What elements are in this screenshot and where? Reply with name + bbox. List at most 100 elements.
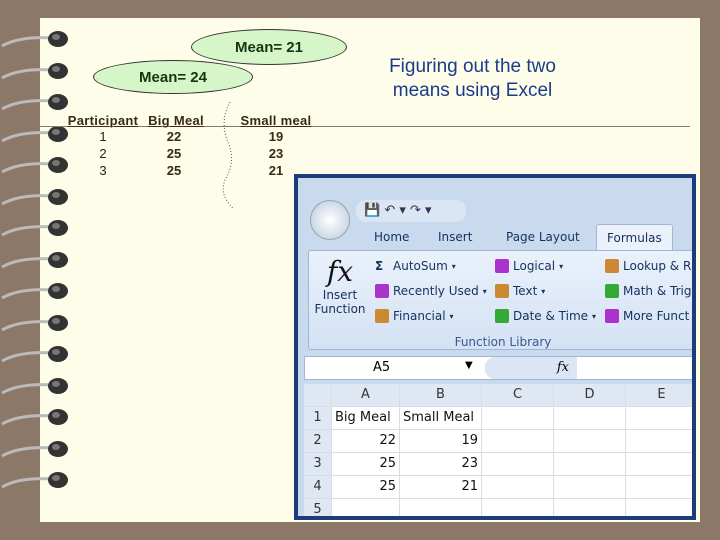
column-header[interactable]: E <box>626 384 692 406</box>
cell[interactable] <box>482 499 554 516</box>
mean-small-bubble: Mean= 21 <box>191 29 347 65</box>
cell[interactable] <box>626 453 692 475</box>
insert-function-button[interactable]: fx Insert Function <box>309 255 371 316</box>
spiral-ring <box>1 440 68 457</box>
row-header[interactable]: 5 <box>304 499 332 516</box>
spiral-ring <box>1 188 68 205</box>
function-category-icon <box>375 284 389 298</box>
ribbon-item[interactable]: Logical ▾ <box>495 259 563 273</box>
function-category-icon <box>605 259 619 273</box>
cell[interactable] <box>626 499 692 516</box>
table-cell: 19 <box>268 129 284 144</box>
row-header[interactable]: 2 <box>304 430 332 452</box>
ribbon-item[interactable]: Date & Time ▾ <box>495 309 596 323</box>
tab-page-layout[interactable]: Page Layout <box>506 230 580 244</box>
spiral-ring <box>1 409 68 426</box>
ribbon-item[interactable]: Math & Trig <box>605 284 691 298</box>
tab-formulas[interactable]: Formulas <box>596 224 673 251</box>
excel-window: 💾 ↶ ▾ ↷ ▾ Home Insert Page Layout Formulas … <box>294 174 696 520</box>
name-box-dropdown[interactable]: ▼ <box>465 360 473 371</box>
column-header[interactable]: D <box>554 384 626 406</box>
cell[interactable] <box>554 430 626 452</box>
table-header: Participant <box>67 113 139 128</box>
table-cell: 2 <box>99 146 107 161</box>
cell[interactable] <box>482 430 554 452</box>
ribbon-item[interactable]: Text ▾ <box>495 284 545 298</box>
table-cell: 25 <box>166 146 182 161</box>
select-all[interactable] <box>304 384 332 406</box>
spiral-ring <box>1 472 68 489</box>
spiral-ring <box>1 125 68 142</box>
ribbon-formulas: fx Insert Function Σ AutoSum ▾ Recently Use… <box>308 250 692 350</box>
table-cell: 23 <box>268 146 284 161</box>
spiral-ring <box>1 62 68 79</box>
spiral-ring <box>1 377 68 394</box>
quick-access-toolbar[interactable]: 💾 ↶ ▾ ↷ ▾ <box>356 200 466 222</box>
table-header: Small meal <box>240 113 312 128</box>
table-header: Big Meal <box>148 113 204 128</box>
row-header[interactable]: 1 <box>304 407 332 429</box>
tab-insert[interactable]: Insert <box>438 230 472 244</box>
column-header[interactable]: A <box>332 384 400 406</box>
cell[interactable] <box>554 453 626 475</box>
cell[interactable] <box>626 407 692 429</box>
fx-button[interactable]: fx <box>485 357 577 379</box>
ribbon-item[interactable]: Lookup & R <box>605 259 691 273</box>
ribbon-item[interactable]: More Funct <box>605 309 689 323</box>
row-header[interactable]: 4 <box>304 476 332 498</box>
cell[interactable] <box>554 407 626 429</box>
ribbon-item[interactable]: Financial ▾ <box>375 309 454 323</box>
table-cell: 3 <box>99 163 107 178</box>
mean-big-bubble: Mean= 24 <box>93 60 253 94</box>
cell[interactable]: Big Meal <box>332 407 400 429</box>
column-header[interactable]: B <box>400 384 482 406</box>
cell[interactable] <box>554 499 626 516</box>
spiral-ring <box>1 251 68 268</box>
cell[interactable]: 19 <box>400 430 482 452</box>
spreadsheet-grid: A B C D E 1 Big Meal Small Meal 2 22 19 3 25 23 4 25 21 5 <box>304 384 692 516</box>
cell[interactable]: Small Meal <box>400 407 482 429</box>
spiral-ring <box>1 283 68 300</box>
spiral-ring <box>1 157 68 174</box>
wavy-divider <box>222 101 234 209</box>
name-box[interactable]: A5 <box>305 357 485 379</box>
tab-home[interactable]: Home <box>374 230 409 244</box>
function-category-icon <box>495 284 509 298</box>
cell[interactable] <box>482 453 554 475</box>
table-cell: 1 <box>99 129 107 144</box>
cell[interactable] <box>400 499 482 516</box>
function-category-icon: Σ <box>375 259 384 273</box>
spiral-ring <box>1 346 68 363</box>
cell[interactable] <box>626 430 692 452</box>
table-cell: 25 <box>166 163 182 178</box>
cell[interactable] <box>332 499 400 516</box>
table-cell: 22 <box>166 129 182 144</box>
cell[interactable]: 25 <box>332 476 400 498</box>
group-label: Function Library <box>454 335 552 349</box>
office-button[interactable] <box>310 200 350 240</box>
cell[interactable]: 21 <box>400 476 482 498</box>
slide-title: Figuring out the two means using Excel <box>389 56 556 101</box>
row-header[interactable]: 3 <box>304 453 332 475</box>
function-category-icon <box>605 309 619 323</box>
cell[interactable]: 25 <box>332 453 400 475</box>
column-header[interactable]: C <box>482 384 554 406</box>
function-category-icon <box>495 309 509 323</box>
formula-bar: A5 ▼ fx <box>304 356 692 380</box>
cell[interactable]: 23 <box>400 453 482 475</box>
function-category-icon <box>605 284 619 298</box>
function-category-icon <box>375 309 389 323</box>
cell[interactable] <box>554 476 626 498</box>
cell[interactable]: 22 <box>332 430 400 452</box>
ribbon-item[interactable]: Σ AutoSum ▾ <box>375 259 456 273</box>
cell[interactable] <box>482 407 554 429</box>
cell[interactable] <box>482 476 554 498</box>
fx-icon: fx <box>326 255 354 288</box>
ribbon-item[interactable]: Recently Used ▾ <box>375 284 487 298</box>
spiral-ring <box>1 94 68 111</box>
cell[interactable] <box>626 476 692 498</box>
spiral-ring <box>1 220 68 237</box>
spiral-ring <box>1 314 68 331</box>
function-category-icon <box>495 259 509 273</box>
spiral-ring <box>1 31 68 48</box>
